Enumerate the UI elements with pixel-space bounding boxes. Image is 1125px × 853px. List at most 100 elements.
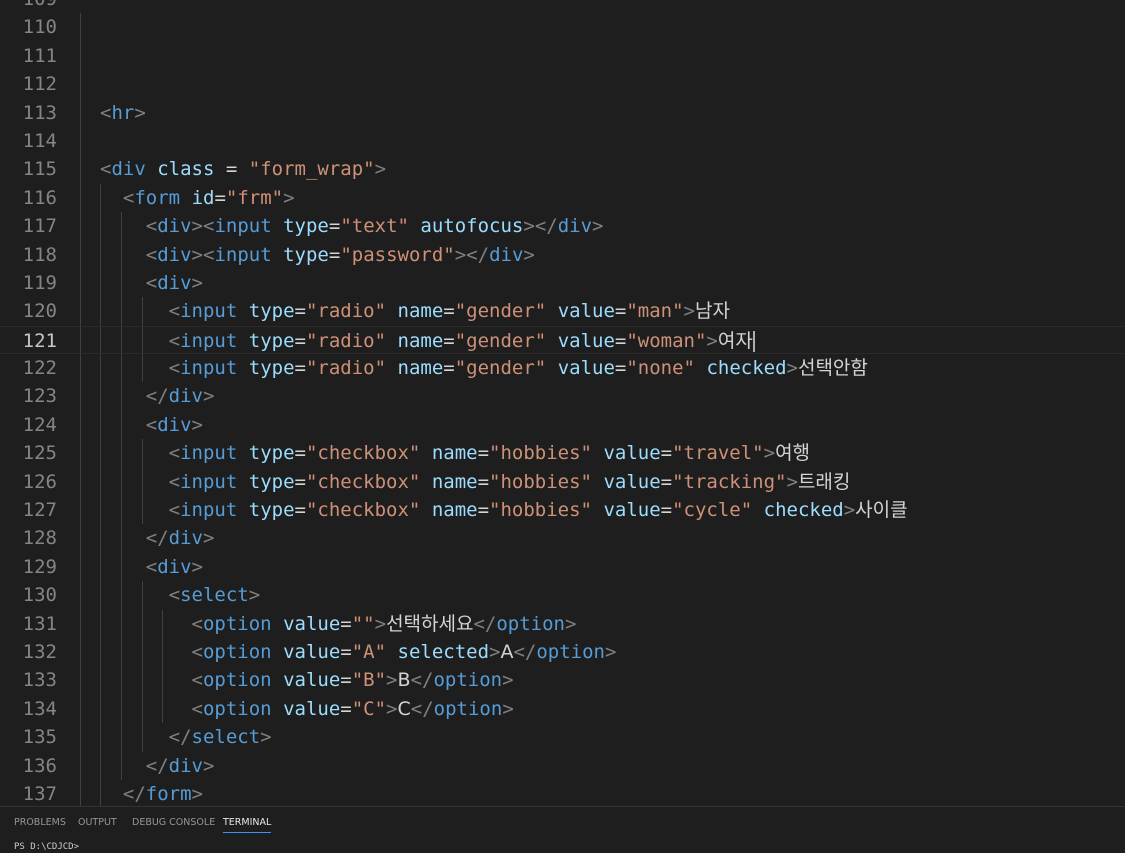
code-line[interactable]: 129 <div> [0, 552, 1125, 582]
line-number: 109 [0, 0, 57, 13]
text-cursor [752, 330, 755, 352]
code-line[interactable]: 133 <option value="B">B</option> [0, 666, 1125, 695]
line-number: 133 [22, 669, 57, 692]
code-text: <div><input type="password"></div> [145, 243, 535, 266]
terminal-prompt[interactable]: PS D:\CDJCD> [14, 841, 79, 853]
tab-problems[interactable]: PROBLEMS [14, 817, 66, 829]
indent-guide [80, 694, 81, 724]
code-text: <div> [145, 271, 203, 294]
code-text: <input type="radio" name="gender" value=… [168, 300, 730, 323]
line-number: 135 [22, 726, 57, 749]
indent-guide [80, 524, 81, 553]
indent-guide [80, 98, 81, 127]
line-number: 118 [22, 243, 57, 266]
code-line[interactable]: 116 <form id="frm"> [0, 183, 1125, 213]
code-text: <option value="A" selected>A</option> [191, 640, 617, 663]
line-number: 129 [22, 555, 57, 578]
code-line[interactable]: 124 <div> [0, 410, 1125, 440]
code-line[interactable]: 127 <input type="checkbox" name="hobbies… [0, 496, 1125, 525]
indent-guide [80, 637, 81, 667]
indent-guide [80, 41, 81, 71]
indent-guide [80, 70, 81, 99]
line-number: 111 [22, 44, 57, 67]
code-line[interactable]: 120 <input type="radio" name="gender" va… [0, 297, 1125, 326]
code-text: <form id="frm"> [122, 186, 295, 209]
indent-guide [80, 13, 81, 42]
indent-guide [80, 552, 81, 582]
indent-guide [80, 382, 81, 411]
indent-guide [80, 183, 81, 213]
code-text: </div> [145, 754, 215, 777]
code-line[interactable]: 132 <option value="A" selected>A</option… [0, 637, 1125, 667]
line-number: 119 [22, 271, 57, 294]
code-line[interactable]: 117 <div><input type="text" autofocus></… [0, 212, 1125, 241]
code-text: <input type="radio" name="gender" value=… [168, 357, 868, 380]
code-line[interactable]: 109 [0, 0, 1125, 13]
indent-guide [80, 297, 81, 326]
bottom-panel: PROBLEMS OUTPUT DEBUG CONSOLE TERMINAL P… [0, 806, 1125, 852]
line-number: 122 [22, 357, 57, 380]
indent-guide [80, 496, 81, 525]
indent-guide [80, 410, 81, 440]
code-line[interactable]: 112 [0, 70, 1125, 99]
line-number: 125 [22, 442, 57, 465]
line-number: 124 [22, 413, 57, 436]
code-line[interactable]: 122 <input type="radio" name="gender" va… [0, 354, 1125, 383]
line-number: 131 [22, 612, 57, 635]
code-line[interactable]: 121 <input type="radio" name="gender" va… [0, 325, 1125, 355]
code-line[interactable]: 136 </div> [0, 751, 1125, 780]
line-number: 128 [22, 527, 57, 550]
line-number: 123 [22, 385, 57, 408]
code-line[interactable]: 128 </div> [0, 524, 1125, 553]
code-text: <div><input type="text" autofocus></div> [145, 215, 604, 238]
code-line[interactable]: 134 <option value="C">C</option> [0, 694, 1125, 724]
code-line[interactable]: 125 <input type="checkbox" name="hobbies… [0, 439, 1125, 468]
code-line[interactable]: 111 [0, 41, 1125, 71]
indent-guide [80, 609, 81, 638]
line-number: 117 [22, 215, 57, 238]
tab-output[interactable]: OUTPUT [78, 817, 117, 829]
code-text: <div> [145, 555, 203, 578]
code-editor[interactable]: 109 110 111 112 113 <hr> 114 115 <div class = "f… [0, 0, 1125, 806]
code-line[interactable]: 131 <option value="">선택하세요</option> [0, 609, 1125, 638]
code-line[interactable]: 118 <div><input type="password"></div> [0, 240, 1125, 269]
code-text: </div> [145, 385, 215, 408]
tab-terminal[interactable]: TERMINAL [223, 817, 272, 833]
indent-guide [80, 155, 81, 184]
code-line[interactable]: 135 </select> [0, 723, 1125, 752]
indent-guide [80, 126, 81, 156]
indent-guide [80, 723, 81, 752]
line-number: 113 [22, 101, 57, 124]
line-number: 137 [22, 782, 57, 805]
code-line[interactable]: 123 </div> [0, 382, 1125, 411]
indent-guide [80, 779, 81, 806]
code-text: <hr> [100, 101, 146, 124]
code-line[interactable]: 113 <hr> [0, 98, 1125, 127]
indent-guide [80, 212, 81, 241]
code-text: <select> [168, 584, 261, 607]
code-text: <input type="radio" name="gender" value=… [168, 329, 755, 352]
line-number: 136 [22, 754, 57, 777]
code-text: <option value="B">B</option> [191, 669, 514, 692]
code-text: </select> [168, 726, 272, 749]
code-line[interactable]: 130 <select> [0, 581, 1125, 610]
indent-guide [80, 268, 81, 298]
code-text: <option value="">선택하세요</option> [191, 612, 577, 635]
line-number: 116 [22, 186, 57, 209]
code-line[interactable]: 115 <div class = "form_wrap"> [0, 155, 1125, 184]
indent-guide [80, 581, 81, 610]
indent-guide [80, 326, 81, 354]
code-line[interactable]: 137 </form> [0, 779, 1125, 806]
code-line[interactable]: 126 <input type="checkbox" name="hobbies… [0, 467, 1125, 497]
code-line[interactable]: 114 [0, 126, 1125, 156]
line-number: 115 [22, 158, 57, 181]
line-number: 134 [22, 697, 57, 720]
code-line[interactable]: 119 <div> [0, 268, 1125, 298]
code-text: <input type="checkbox" name="hobbies" va… [168, 499, 908, 522]
tab-debug-console[interactable]: DEBUG CONSOLE [132, 817, 215, 829]
code-text: <div class = "form_wrap"> [100, 158, 387, 181]
code-line[interactable]: 110 [0, 13, 1125, 42]
code-text: </div> [145, 527, 215, 550]
line-number: 130 [22, 584, 57, 607]
line-number: 121 [22, 329, 57, 352]
